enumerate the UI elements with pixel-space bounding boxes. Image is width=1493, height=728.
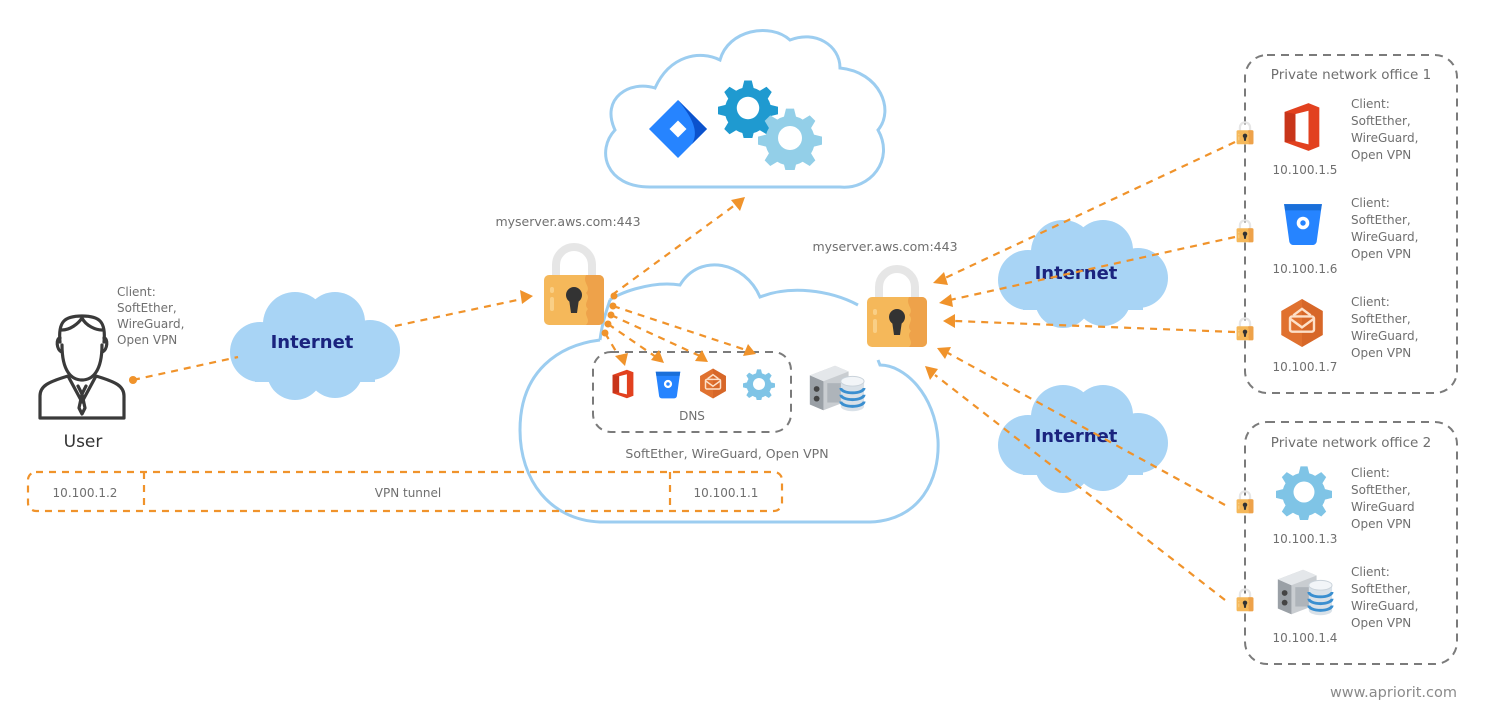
- arrow-head: [520, 290, 533, 304]
- office-1: Private network office 1 10.100.1.5 Clie…: [1236, 54, 1458, 394]
- client-ip: 10.100.1.5: [1273, 163, 1338, 177]
- client-text: Open VPN: [1351, 517, 1411, 531]
- client-text: Open VPN: [1351, 247, 1411, 261]
- client-text: Open VPN: [1351, 148, 1411, 162]
- office-2: Private network office 2 10.100.1.3 Clie…: [1236, 421, 1458, 665]
- right-server-label: myserver.aws.com:443: [812, 239, 957, 254]
- left-server-label: myserver.aws.com:443: [495, 214, 640, 229]
- left-server-lock-icon: [544, 247, 604, 325]
- office-2-title: Private network office 2: [1271, 435, 1431, 451]
- client-text: SoftEther,: [1351, 312, 1411, 326]
- client-text: Client:: [1351, 466, 1390, 480]
- client-text: SoftEther,: [1351, 213, 1411, 227]
- user-client-text: Client: SoftEther, WireGuard, Open VPN: [117, 285, 184, 347]
- client-lock-icon: [1236, 219, 1254, 243]
- client-ip: 10.100.1.7: [1273, 360, 1338, 374]
- aws-protocols-label: SoftEther, WireGuard, Open VPN: [625, 446, 828, 461]
- dns-gear-icon: [743, 369, 775, 400]
- client-text: WireGuard,: [1351, 599, 1418, 613]
- bitbucket-icon: [1284, 204, 1322, 246]
- client-ip: 10.100.1.4: [1273, 631, 1338, 645]
- gear-light-icon: [758, 108, 822, 170]
- svg-text:Client:: Client:: [117, 285, 156, 299]
- office-1-title: Private network office 1: [1271, 67, 1431, 83]
- mail-icon: [1280, 297, 1324, 349]
- user-icon: [38, 314, 126, 420]
- client-ip: 10.100.1.3: [1273, 532, 1338, 546]
- client-text: SoftEther,: [1351, 114, 1411, 128]
- client-text: Client:: [1351, 565, 1390, 579]
- svg-text:Open VPN: Open VPN: [117, 333, 177, 347]
- client-lock-icon: [1236, 121, 1254, 145]
- vpn-network-diagram: DNS SoftEther, WireGuard, Open VPN 10.10…: [26, 28, 1458, 701]
- client-text: WireGuard: [1351, 500, 1415, 514]
- client-text: Open VPN: [1351, 616, 1411, 630]
- jira-icon: [649, 100, 707, 158]
- client-text: SoftEther,: [1351, 582, 1411, 596]
- client-text: SoftEther,: [1351, 483, 1411, 497]
- client-text: Client:: [1351, 196, 1390, 210]
- tunnel-right-ip: 10.100.1.1: [694, 486, 759, 500]
- footer-website[interactable]: www.apriorit.com: [1330, 685, 1457, 701]
- client-text: Client:: [1351, 295, 1390, 309]
- client-lock-icon: [1236, 317, 1254, 341]
- tunnel-label: VPN tunnel: [375, 486, 441, 500]
- user-label: User: [64, 432, 103, 452]
- dns-label: DNS: [679, 409, 705, 423]
- client-ip: 10.100.1.6: [1273, 262, 1338, 276]
- aws-server-database-icon: [808, 364, 866, 413]
- svg-text:SoftEther,: SoftEther,: [117, 301, 177, 315]
- client-text: WireGuard,: [1351, 131, 1418, 145]
- server-database-icon: [1276, 568, 1334, 617]
- client-text: WireGuard,: [1351, 329, 1418, 343]
- top-services-cloud: [604, 28, 887, 189]
- dns-mail-icon: [699, 367, 727, 400]
- right-server-lock-icon: [867, 269, 927, 347]
- gear-icon: [1276, 466, 1332, 520]
- svg-text:Internet: Internet: [271, 332, 354, 353]
- tunnel-left-ip: 10.100.1.2: [53, 486, 118, 500]
- client-text: WireGuard,: [1351, 230, 1418, 244]
- internet-cloud-right-top: Internet: [998, 220, 1168, 328]
- office-icon: [1284, 103, 1320, 151]
- svg-text:Internet: Internet: [1035, 426, 1118, 447]
- dns-office-icon: [612, 369, 634, 399]
- internet-cloud-left: Internet: [230, 292, 400, 400]
- svg-text:WireGuard,: WireGuard,: [117, 317, 184, 331]
- arrow-head: [731, 197, 745, 211]
- dns-bitbucket-icon: [655, 371, 681, 399]
- client-text: Client:: [1351, 97, 1390, 111]
- client-text: Open VPN: [1351, 346, 1411, 360]
- internet-cloud-right-bottom: Internet: [998, 385, 1168, 493]
